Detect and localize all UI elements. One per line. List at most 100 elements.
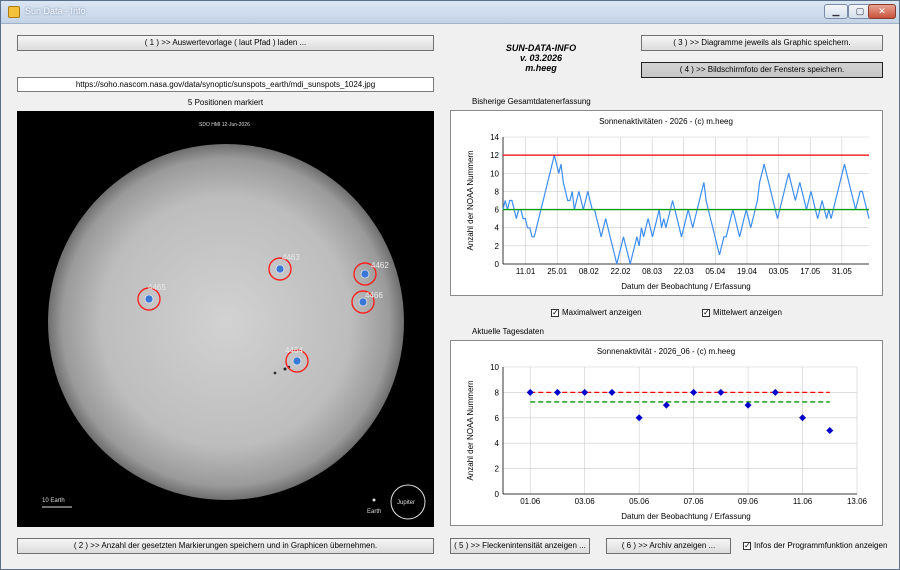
chart-daily: Sonnenaktivität - 2026_06 - (c) m.heeg 0 2… xyxy=(466,347,868,521)
data-point xyxy=(635,414,643,422)
x-tick-label: 13.06 xyxy=(847,497,868,506)
marker-label: 4466 xyxy=(365,291,383,300)
app-window: Sun Data - Info ▁ ▢ ✕ ( 1 ) >> Auswertev… xyxy=(0,0,900,570)
minimize-icon: ▁ xyxy=(832,6,840,16)
chart-title: Sonnenaktivität - 2026_06 - (c) m.heeg xyxy=(597,347,735,356)
data-point xyxy=(553,388,561,396)
x-tick-label: 19.04 xyxy=(737,267,758,276)
x-tick-label: 09.06 xyxy=(738,497,759,506)
y-tick-label: 8 xyxy=(495,388,500,397)
y-tick-label: 10 xyxy=(490,363,499,372)
y-axis-label: Anzahl der NOAA Nummern xyxy=(466,150,475,250)
app-author: m.heeg xyxy=(525,63,557,73)
max-checkbox-box[interactable]: ✓ xyxy=(551,308,559,317)
scale-label: 10 Earth xyxy=(42,498,65,504)
minimize-button[interactable]: ▁ xyxy=(824,4,848,19)
marker-label: 4464 xyxy=(285,346,303,355)
data-point xyxy=(799,414,807,422)
data-point xyxy=(526,388,534,396)
save-graphics-button[interactable]: ( 3 ) >> Diagramme jeweils als Graphic s… xyxy=(641,35,883,51)
window-title: Sun Data - Info xyxy=(25,6,86,16)
y-axis-label: Anzahl der NOAA Nummern xyxy=(466,380,475,480)
x-tick-label: 11.06 xyxy=(793,497,813,506)
max-checkbox[interactable]: ✓ Maximalwert anzeigen xyxy=(551,308,642,317)
x-tick-label: 11.01 xyxy=(516,267,536,276)
y-tick-label: 6 xyxy=(495,414,500,423)
marker-label: 4465 xyxy=(148,283,166,292)
y-tick-label: 6 xyxy=(495,206,500,215)
title-bar: Sun Data - Info ▁ ▢ ✕ xyxy=(1,1,899,24)
mean-checkbox-label: Mittelwert anzeigen xyxy=(713,308,782,317)
maximize-icon: ▢ xyxy=(855,6,865,16)
x-tick-label: 01.06 xyxy=(520,497,541,506)
data-point xyxy=(826,427,834,434)
marker-label: 4463 xyxy=(282,253,300,262)
info-checkbox-box[interactable]: ✓ xyxy=(743,541,751,550)
x-tick-label: 17.05 xyxy=(800,267,821,276)
x-tick-label: 22.02 xyxy=(610,267,631,276)
sun-image-panel[interactable]: SDO HMI 12-Jun-2026 4462 4463 4464 4465 4466… xyxy=(17,111,434,527)
marker-dot xyxy=(144,294,154,304)
app-version: v. 03.2026 xyxy=(519,53,563,63)
y-tick-label: 0 xyxy=(495,490,500,499)
x-tick-label: 07.06 xyxy=(684,497,705,506)
url-field[interactable]: https://soho.nascom.nasa.gov/data/synopt… xyxy=(17,77,434,92)
positions-label: 5 Positionen markiert xyxy=(187,98,264,107)
archive-button[interactable]: ( 6 ) >> Archiv anzeigen ... xyxy=(606,538,731,554)
earth-label: Earth xyxy=(367,509,381,515)
data-point xyxy=(581,388,589,396)
save-marks-button[interactable]: ( 2 ) >> Anzahl der gesetzten Markierung… xyxy=(17,538,434,554)
app-name: SUN-DATA-INFO xyxy=(505,43,577,53)
x-tick-label: 22.03 xyxy=(674,267,695,276)
data-point xyxy=(608,388,616,396)
y-tick-label: 14 xyxy=(490,133,499,142)
marker-dot xyxy=(275,264,285,274)
sunspot xyxy=(273,371,277,375)
marker-dot xyxy=(292,356,302,366)
close-icon: ✕ xyxy=(878,6,886,16)
data-point xyxy=(771,388,779,396)
sunspot xyxy=(283,367,287,371)
x-tick-label: 03.05 xyxy=(769,267,790,276)
section-total-label: Bisherige Gesamtdatenerfassung xyxy=(472,97,591,106)
y-tick-label: 12 xyxy=(490,151,499,160)
x-tick-label: 03.06 xyxy=(575,497,596,506)
x-axis-label: Datum der Beobachtung / Erfassung xyxy=(621,282,750,291)
data-point xyxy=(690,388,698,396)
y-tick-label: 8 xyxy=(495,187,500,196)
x-tick-label: 25.01 xyxy=(547,267,568,276)
sun-image[interactable]: SDO HMI 12-Jun-2026 4462 4463 4464 4465 4466… xyxy=(17,111,434,527)
mean-checkbox[interactable]: ✓ Mittelwert anzeigen xyxy=(702,308,782,317)
marker-dot xyxy=(360,269,370,279)
mean-checkbox-box[interactable]: ✓ xyxy=(702,308,710,317)
y-tick-label: 2 xyxy=(495,465,500,474)
data-point xyxy=(662,401,670,409)
y-tick-label: 0 xyxy=(495,260,500,269)
y-tick-label: 2 xyxy=(495,242,500,251)
earth-icon xyxy=(372,498,376,502)
y-tick-label: 4 xyxy=(495,439,500,448)
chart-daily-panel: Sonnenaktivität - 2026_06 - (c) m.heeg 0 2… xyxy=(450,340,883,526)
app-icon xyxy=(8,6,20,18)
data-point xyxy=(717,388,725,396)
load-template-button[interactable]: ( 1 ) >> Auswertevorlage ( laut Pfad ) l… xyxy=(17,35,434,51)
info-checkbox[interactable]: ✓ Infos der Programmfunktion anzeigen xyxy=(743,541,887,550)
y-tick-label: 10 xyxy=(490,169,499,178)
spot-intensity-button[interactable]: ( 5 ) >> Fleckenintensität anzeigen ... xyxy=(450,538,590,554)
chart-title: Sonnenaktivitäten - 2026 - (c) m.heeg xyxy=(599,117,733,126)
jupiter-label: Jupiter xyxy=(397,500,415,506)
x-tick-label: 31.05 xyxy=(832,267,853,276)
screenshot-button[interactable]: ( 4 ) >> Bildschirmfoto der Fensters spe… xyxy=(641,62,883,78)
sun-image-header: SDO HMI 12-Jun-2026 xyxy=(199,122,250,128)
max-checkbox-label: Maximalwert anzeigen xyxy=(562,308,642,317)
chart-total-panel: Sonnenaktivitäten - 2026 - (c) m.heeg 0 2 4… xyxy=(450,110,883,296)
info-checkbox-label: Infos der Programmfunktion anzeigen xyxy=(754,541,888,550)
close-button[interactable]: ✕ xyxy=(868,4,896,19)
data-point xyxy=(744,401,752,409)
app-header: SUN-DATA-INFO v. 03.2026 m.heeg xyxy=(466,43,616,73)
x-axis-label: Datum der Beobachtung / Erfassung xyxy=(621,512,750,521)
x-tick-label: 05.06 xyxy=(629,497,650,506)
x-tick-label: 08.03 xyxy=(642,267,663,276)
sun-disk xyxy=(48,144,404,500)
chart-total: Sonnenaktivitäten - 2026 - (c) m.heeg 0 2 4… xyxy=(466,117,870,291)
